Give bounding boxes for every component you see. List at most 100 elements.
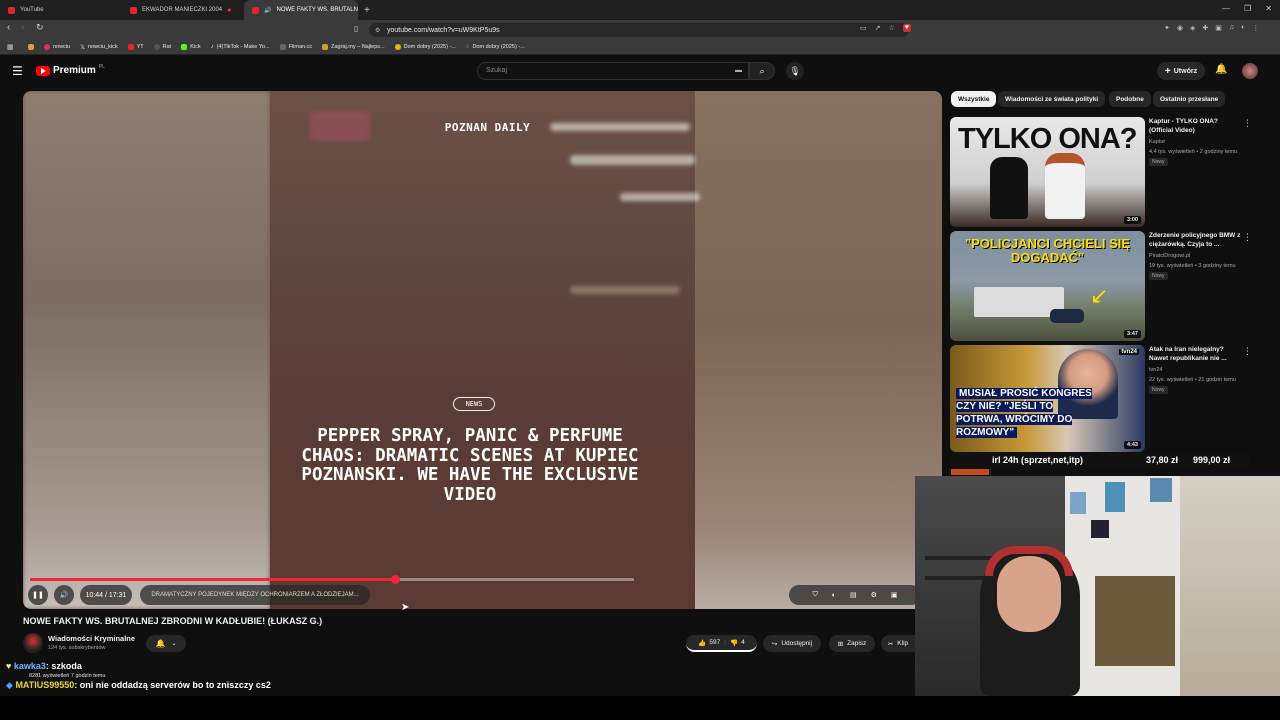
recommendation-meta: 22 tys. wyświetleń • 21 godzin temu (1149, 377, 1236, 383)
recommendation-title[interactable]: Atak na Iran nielegalny? Nawet republika… (1149, 346, 1241, 363)
rat-icon (153, 44, 160, 50)
tab-label: NOWE FAKTY WS. BRUTALN (276, 7, 358, 13)
tiktok-icon: ♪ (210, 44, 214, 50)
search-input[interactable]: Szukaj ▬ (477, 62, 749, 80)
bookmark-icon[interactable]: ▯ (354, 24, 358, 33)
volume-icon: 🔊 (59, 592, 69, 599)
share-button[interactable]: ↪ Udostępnij (763, 635, 821, 652)
bookmark-item[interactable]: Dom dobry (2025) -... (394, 44, 456, 50)
profile-icon[interactable]: ◐ (1241, 24, 1245, 32)
recommendation-thumbnail[interactable]: TYLKO ONA? 3:00 (950, 117, 1145, 227)
video-player[interactable]: POZNAN DAILY NEWS PEPPER SPRAY, PANIC & … (23, 91, 942, 609)
chapter-title[interactable]: DRAMATYCZNY POJEDYNEK MIĘDZY OCHRONIARZE… (140, 585, 370, 605)
restore-icon[interactable]: ❐ (1244, 4, 1251, 13)
forward-icon[interactable]: › (21, 22, 24, 33)
extension-icon[interactable]: ✦ (1164, 24, 1170, 32)
video-views-meta: 8281 wyświetleń 7 godzin temu (29, 673, 106, 679)
account-avatar[interactable] (1242, 63, 1258, 79)
window-controls: — ❐ ✕ (1222, 4, 1272, 13)
keyboard-icon[interactable]: ▬ (735, 67, 742, 74)
progress-fill (30, 578, 396, 581)
globe-icon: ◌ (465, 44, 470, 50)
star-icon[interactable]: ☆ (889, 24, 895, 32)
settings-gear-icon[interactable]: ⚙ (871, 591, 877, 599)
bookmark-item[interactable]: YT (127, 44, 144, 50)
youtube-favicon-icon (8, 6, 15, 14)
site-info-icon[interactable]: ⚙ (375, 27, 380, 34)
new-tab-icon[interactable]: + (364, 5, 370, 16)
screen-cast-icon[interactable]: ▭ (860, 24, 867, 32)
channel-name[interactable]: Wiadomości Kryminalne (48, 634, 135, 643)
bookmark-item[interactable]: 𝕏nowciu_kick (80, 44, 118, 51)
minimize-icon[interactable]: — (1222, 4, 1230, 13)
sidepanel-icon[interactable]: ▣ (1215, 24, 1222, 32)
youtube-logo[interactable]: Premium PL (36, 64, 105, 76)
news-badge: NEWS (453, 397, 495, 411)
filter-chip-politics[interactable]: Wiadomości ze świata polityki (998, 91, 1106, 107)
subscriber-count: 124 tys. subskrybentów (48, 645, 106, 651)
apps-grid-icon[interactable]: ▦ (7, 43, 14, 51)
channel-avatar[interactable] (23, 633, 43, 653)
filter-chip-similar[interactable]: Podobne (1109, 91, 1151, 107)
bookmark-item[interactable]: Zagraj.my – Najleps... (322, 44, 385, 50)
video-duration: 3:47 (1123, 330, 1141, 338)
recommendation-channel[interactable]: PiratciDrogowi.pl (1149, 253, 1190, 259)
create-button[interactable]: + Utwórz (1157, 62, 1205, 80)
recommendation-channel[interactable]: Kaptur (1149, 139, 1165, 145)
more-options-icon[interactable]: ⋮ (1243, 346, 1252, 357)
menu-dots-icon[interactable]: ⋮ (1252, 24, 1259, 32)
instagram-icon (44, 44, 50, 50)
bookmark-folder-icon (28, 44, 34, 50)
recommendation-thumbnail[interactable]: "POLICJANCI CHCIELI SIĘ DOGADAĆ" ↙ 3:47 (950, 231, 1145, 341)
new-badge: Nowy (1149, 158, 1168, 166)
recommendation-title[interactable]: Kaptur - TYLKO ONA? (Official Video) (1149, 118, 1241, 135)
recommendation-channel[interactable]: tvn24 (1149, 367, 1162, 373)
filter-chip-recent[interactable]: Ostatnio przesłane (1153, 91, 1226, 107)
more-options-icon[interactable]: ⋮ (1243, 232, 1252, 243)
shield-icon[interactable]: ⛉ (812, 591, 817, 599)
extension-icon[interactable]: ◉ (1177, 24, 1183, 32)
reload-icon[interactable]: ↻ (36, 22, 44, 33)
filter-chip-all[interactable]: Wszystkie (951, 91, 997, 107)
puzzle-icon[interactable]: ✚ (1202, 24, 1208, 32)
browser-tab[interactable]: EKWADOR MANIECZKI 2004 ● (122, 0, 244, 20)
media-icon[interactable]: ♫ (1229, 24, 1234, 32)
bookmark-item[interactable]: nowciu (44, 44, 70, 50)
bookmark-item[interactable]: Filman.cc (279, 44, 312, 50)
extension-shield-icon[interactable]: ♥ (902, 24, 911, 32)
search-button[interactable]: ⌕ (749, 62, 775, 80)
bookmark-item[interactable]: Rat (153, 44, 171, 50)
clip-button[interactable]: ✂ Klip (881, 635, 915, 652)
subscription-bell-button[interactable]: 🔔 ⌄ (146, 635, 186, 652)
plus-icon: + (1164, 65, 1171, 77)
url-actions: ▭ ↗ ☆ ♥ (860, 24, 911, 32)
notifications-bell-icon[interactable]: 🔔 (1215, 64, 1227, 75)
recommendation-thumbnail[interactable]: MUSIAŁ PROSIĆ KONGRES CZY NIE? "JEŚLI TO… (950, 345, 1145, 452)
video-frame (270, 91, 700, 609)
extension-icon[interactable]: ◈ (1190, 24, 1195, 32)
like-button[interactable]: 👍 597 (698, 639, 720, 647)
save-button[interactable]: ⊞ Zapisz (829, 635, 875, 652)
voice-search-button[interactable]: 🎙 (786, 62, 804, 80)
browser-tab-active[interactable]: 🔊 NOWE FAKTY WS. BRUTALN ✕ (244, 0, 358, 20)
bookmark-item[interactable] (28, 44, 34, 50)
subtitles-icon[interactable]: ▤ (850, 591, 857, 599)
hamburger-menu-icon[interactable]: ☰ (12, 64, 23, 78)
pause-button[interactable]: ❚❚ (28, 585, 48, 605)
back-icon[interactable]: ‹ (7, 22, 10, 33)
browser-tab[interactable]: YouTube (0, 0, 122, 20)
dislike-button[interactable]: 👎 4 (730, 639, 745, 647)
url-bar[interactable]: ⚙ youtube.com/watch?v=uW9KtP5u9s (369, 23, 909, 37)
bookmark-item[interactable]: ♪ (4)TikTok - Make Yo... (211, 44, 270, 50)
webcam-overlay (915, 476, 1280, 696)
bookmark-item[interactable]: Kick (181, 44, 201, 50)
more-options-icon[interactable]: ⋮ (1243, 118, 1252, 129)
share-icon[interactable]: ↗ (875, 24, 881, 32)
autoplay-toggle-icon[interactable]: ◐ (832, 592, 836, 599)
bookmark-item[interactable]: ◌ Dom dobry (2025) -... (466, 44, 525, 50)
recommendation-title[interactable]: Zderzenie policyjnego BMW z ciężarówką. … (1149, 232, 1241, 249)
window-close-icon[interactable]: ✕ (1265, 4, 1272, 13)
miniplayer-icon[interactable]: ▣ (891, 591, 898, 599)
youtube-icon (127, 44, 134, 50)
volume-button[interactable]: 🔊 (54, 585, 74, 605)
